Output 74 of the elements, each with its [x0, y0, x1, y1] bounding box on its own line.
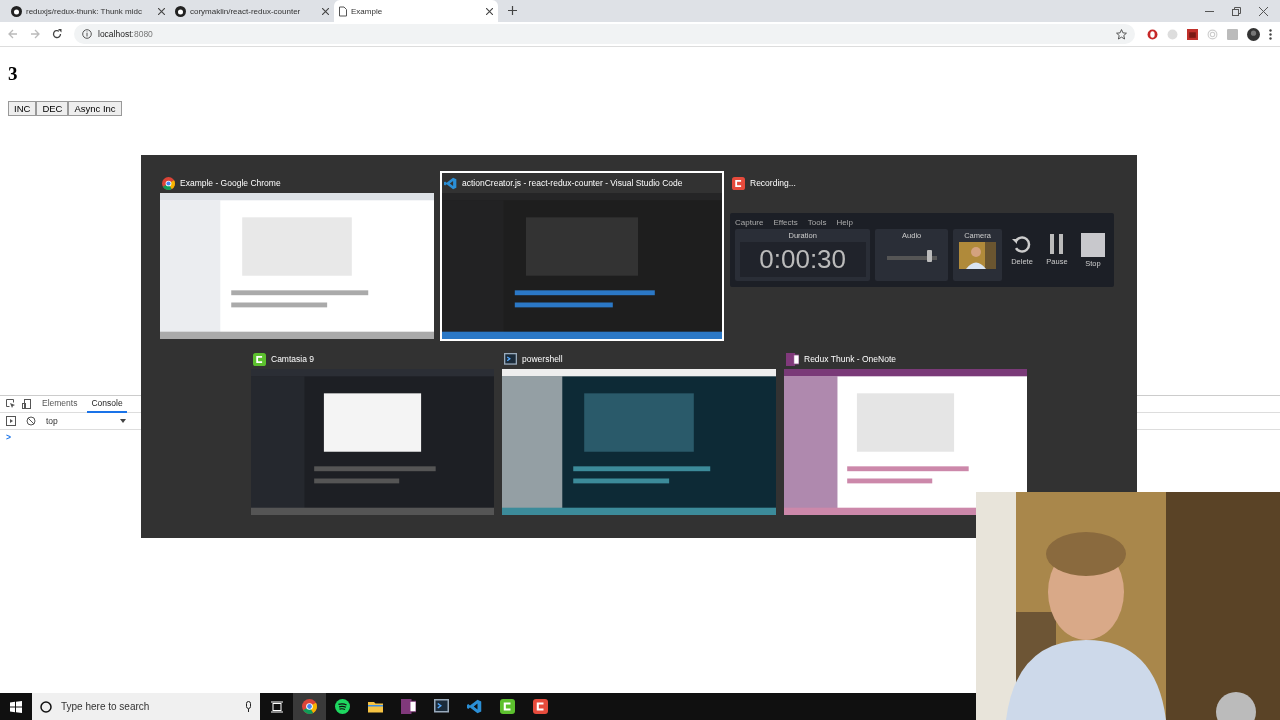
sidebar-toggle-icon[interactable] [6, 416, 16, 426]
tab-title: corymaklin/react-redux-counter [190, 6, 302, 16]
stop-icon [1081, 233, 1105, 257]
console-prompt: > [5, 431, 12, 444]
folder-icon [368, 699, 383, 714]
circle-logo-icon [162, 176, 175, 190]
tab-title: Example [351, 6, 384, 16]
counter-button[interactable]: Async Inc [68, 101, 122, 116]
devtools-tab[interactable]: Console [87, 395, 127, 413]
notebook-icon [786, 352, 799, 366]
extension-icon[interactable] [1147, 28, 1158, 40]
c-logo-icon [500, 699, 515, 714]
close-icon[interactable] [1259, 6, 1268, 16]
taskbar-app[interactable] [293, 693, 326, 720]
browser-tab[interactable]: corymaklin/react-redux-counter [170, 0, 334, 22]
devtools-tab[interactable]: Elements [38, 395, 82, 413]
terminal-icon [504, 352, 517, 366]
menu-item[interactable]: Tools [807, 217, 827, 227]
window-preview[interactable]: Camtasia 9 [249, 347, 496, 517]
music-logo-icon [335, 699, 350, 714]
undo-icon [1011, 233, 1033, 255]
browser-tab[interactable]: reduxjs/redux-thunk: Thunk midc [6, 0, 170, 22]
terminal-icon [434, 699, 449, 714]
c-logo-icon [253, 352, 266, 366]
window-preview[interactable]: actionCreator.js - react-redux-counter - Visual Studio Code [440, 171, 724, 341]
star-icon[interactable] [1116, 28, 1127, 40]
search-field[interactable]: Type here to search [59, 700, 238, 713]
counter-button[interactable]: INC [8, 101, 37, 116]
c-logo-icon [732, 176, 745, 190]
code-logo-icon [444, 176, 457, 190]
caret-icon [120, 419, 126, 423]
notebook-icon [401, 699, 416, 714]
c-logo-icon [533, 699, 548, 714]
select-element-icon[interactable] [6, 399, 16, 409]
page-icon [339, 5, 347, 17]
info-icon [82, 29, 92, 39]
window-title: Recording... [750, 178, 796, 188]
audio-slider-thumb[interactable] [927, 250, 933, 262]
menu-item[interactable]: Effects [773, 217, 798, 227]
device-icon[interactable] [22, 399, 32, 409]
search-icon [40, 700, 52, 713]
counter-button[interactable]: DEC [36, 101, 69, 116]
window-preview[interactable]: Example - Google Chrome [158, 171, 436, 341]
menu-item[interactable]: Capture [735, 217, 764, 227]
clear-icon[interactable] [26, 416, 36, 426]
close-icon[interactable] [322, 7, 329, 15]
circle-logo-icon [302, 699, 317, 714]
counter-value: 3 [8, 63, 19, 85]
menu-icon[interactable] [1269, 28, 1272, 40]
reload-icon[interactable] [52, 29, 62, 39]
tab-title: reduxjs/redux-thunk: Thunk midc [26, 6, 143, 16]
window-title: Camtasia 9 [271, 354, 314, 364]
restore-icon[interactable] [1232, 6, 1241, 16]
microphone-icon[interactable] [245, 700, 252, 713]
extension-icon[interactable] [1187, 28, 1198, 40]
close-icon[interactable] [486, 7, 493, 15]
menu-item[interactable]: Help [836, 217, 853, 227]
search-bar[interactable]: Type here to search [32, 693, 260, 720]
context-dropdown[interactable]: top [46, 416, 126, 426]
window-title: actionCreator.js - react-redux-counter - Visual Studio Code [462, 178, 683, 188]
url-text: localhost:8080 [98, 29, 153, 39]
new-tab-icon[interactable] [508, 6, 517, 15]
address-bar[interactable]: localhost:8080 [74, 24, 1135, 44]
window-preview[interactable]: powershell [500, 347, 778, 517]
window-title: Redux Thunk - OneNote [804, 354, 896, 364]
avatar-icon[interactable] [1247, 27, 1260, 41]
window-title: Example - Google Chrome [180, 178, 281, 188]
window-title: powershell [522, 354, 563, 364]
windows-logo-icon[interactable] [10, 700, 22, 713]
code-logo-icon [467, 699, 482, 714]
browser-tab[interactable]: Example [334, 0, 498, 22]
task-view-icon[interactable] [270, 700, 283, 713]
close-icon[interactable] [158, 7, 165, 15]
duration-timer: 0:00:30 [739, 242, 866, 277]
